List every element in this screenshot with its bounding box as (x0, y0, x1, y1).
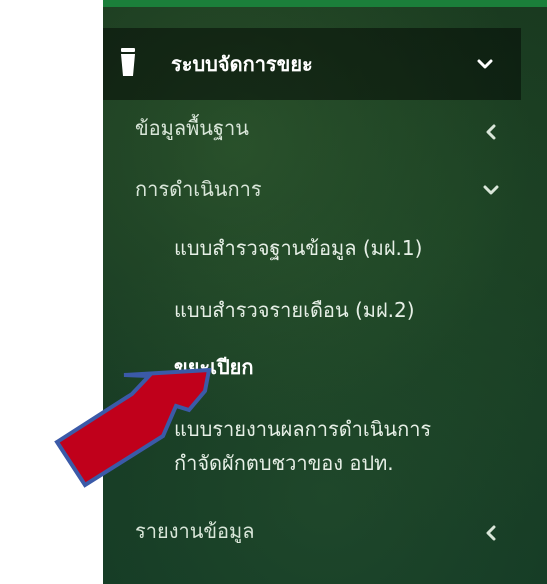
chevron-down-icon[interactable] (477, 56, 493, 72)
menu-item-basic-info[interactable]: ข้อมูลพื้นฐาน (135, 114, 249, 142)
menu-item-reports[interactable]: รายงานข้อมูล (135, 517, 254, 545)
top-accent-line (103, 0, 547, 7)
submenu-item-basic-survey[interactable]: แบบสำรวจฐานข้อมูล (มฝ.1) (174, 234, 422, 262)
chevron-down-icon[interactable] (483, 182, 499, 198)
chevron-left-icon[interactable] (483, 525, 499, 541)
submenu-item-water-hyacinth-report-line1[interactable]: แบบรายงานผลการดำเนินการ (174, 415, 431, 443)
submenu-item-monthly-survey[interactable]: แบบสำรวจรายเดือน (มฝ.2) (174, 296, 415, 324)
trash-icon (121, 48, 135, 76)
submenu-item-wet-waste[interactable]: ขยะเปียก (174, 353, 254, 381)
submenu-item-water-hyacinth-report-line2[interactable]: กำจัดผักตบชวาของ อปท. (174, 449, 394, 477)
menu-item-operations[interactable]: การดำเนินการ (135, 175, 262, 203)
sidebar-menu: ระบบจัดการขยะ ข้อมูลพื้นฐาน การดำเนินการ… (103, 0, 547, 584)
menu-header-title: ระบบจัดการขยะ (171, 52, 313, 76)
chevron-left-icon[interactable] (483, 124, 499, 140)
waste-management-menu-header[interactable]: ระบบจัดการขยะ (103, 28, 521, 100)
